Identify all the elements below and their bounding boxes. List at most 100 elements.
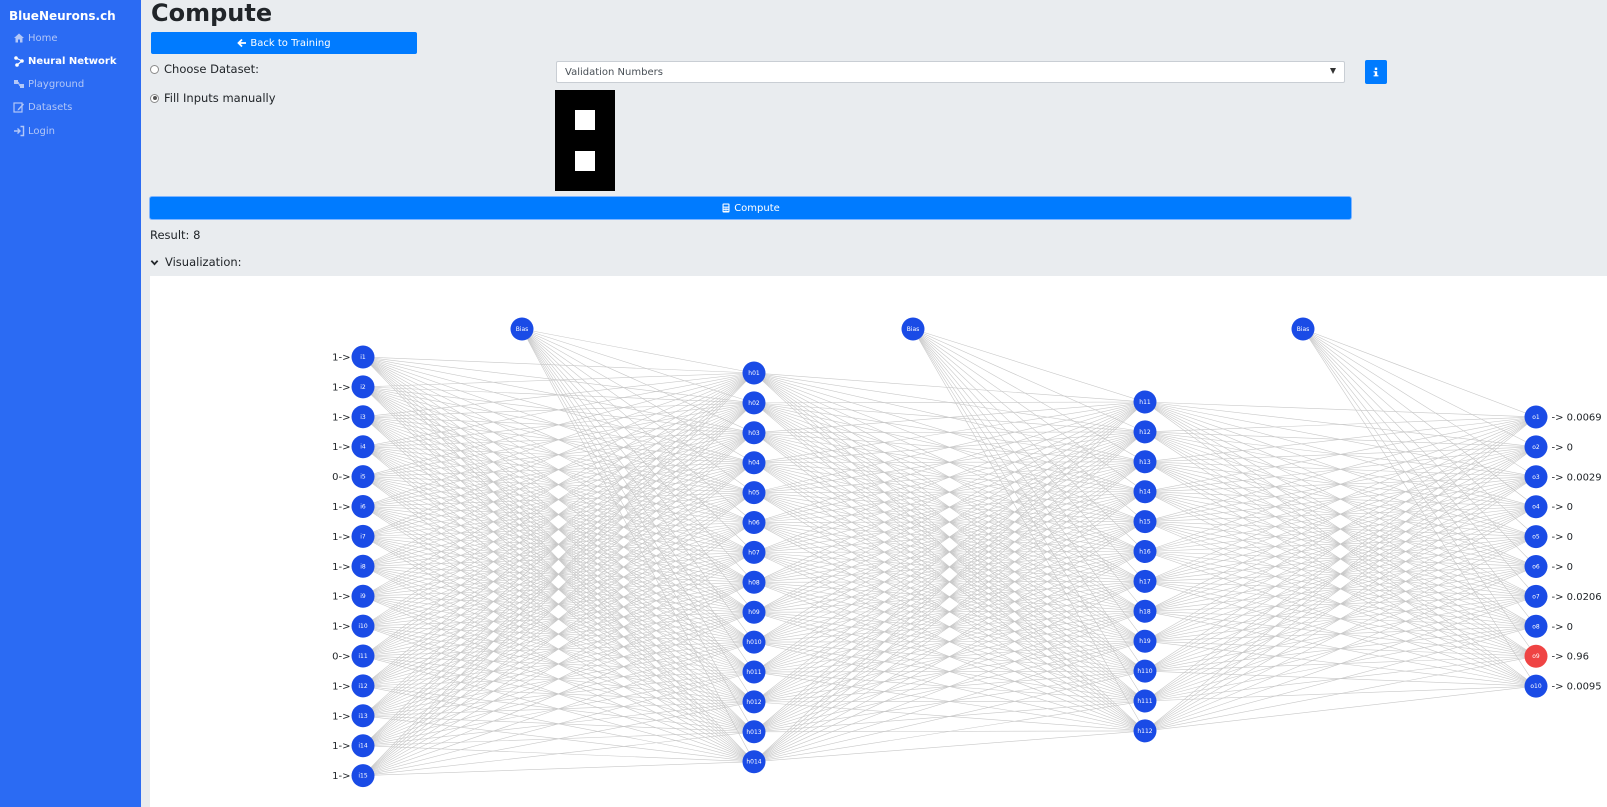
output-value: -> 0 [1552,502,1574,513]
input-node-i7[interactable]: i7 [351,524,375,548]
output-node-o7[interactable]: o7 [1524,584,1548,608]
sidebar-item-login[interactable]: Login [13,123,55,139]
brand-logo[interactable]: BlueNeurons.ch [9,9,116,23]
input-node-i3[interactable]: i3 [351,405,375,429]
input-pixel-7[interactable] [555,130,575,151]
hidden2-node-h12[interactable]: h12 [1133,420,1157,444]
input-pixel-9[interactable] [595,130,615,151]
input-node-i5[interactable]: i5 [351,465,375,489]
hidden2-node-h15[interactable]: h15 [1133,510,1157,534]
output-node-o10[interactable]: o10 [1524,674,1548,698]
hidden1-node-h013[interactable]: h013 [742,720,766,744]
connection-line [362,582,755,776]
input-pixel-10[interactable] [555,150,575,171]
input-node-i11[interactable]: i11 [351,644,375,668]
input-pixel-5[interactable] [575,110,595,131]
output-node-o2[interactable]: o2 [1524,435,1548,459]
input-node-i8[interactable]: i8 [351,554,375,578]
connection-line [753,401,1146,583]
sidebar-item-neural-network[interactable]: Neural Network [13,53,116,69]
neuron-label: i15 [358,773,367,780]
sidebar-item-playground[interactable]: Playground [13,76,84,92]
input-node-i1[interactable]: i1 [351,345,375,369]
neuron-label: h05 [748,490,760,497]
choose-dataset-radio[interactable] [150,64,159,74]
bias-connection-line [521,328,755,374]
fill-manually-radio[interactable] [150,93,159,103]
input-pixel-grid[interactable] [555,90,615,191]
neuron-label: h14 [1139,489,1151,496]
hidden1-node-h09[interactable]: h09 [742,600,766,624]
hidden2-node-h11[interactable]: h11 [1133,390,1157,414]
hidden1-node-h014[interactable]: h014 [742,750,766,774]
hidden2-node-h13[interactable]: h13 [1133,450,1157,474]
output-value: -> 0 [1552,562,1574,573]
hidden2-node-h112[interactable]: h112 [1133,719,1157,743]
hidden1-node-h06[interactable]: h06 [742,511,766,534]
output-node-o3[interactable]: o3 [1524,465,1548,489]
input-pixel-2[interactable] [575,90,595,111]
connection-line [753,401,1146,673]
input-pixel-11[interactable] [575,150,595,171]
hidden1-node-h05[interactable]: h05 [742,481,766,505]
input-pixel-12[interactable] [595,150,615,171]
back-to-training-button[interactable]: Back to Training [151,32,417,54]
hidden1-node-h010[interactable]: h010 [742,630,766,654]
hidden1-node-h02[interactable]: h02 [742,391,766,415]
input-node-i2[interactable]: i2 [351,375,375,399]
visualization-toggle[interactable]: Visualization: [150,255,242,269]
connection-line [362,372,755,657]
input-pixel-14[interactable] [575,170,595,191]
neuron-label: o6 [1532,564,1540,571]
output-node-o5[interactable]: o5 [1524,525,1548,549]
hidden1-node-h04[interactable]: h04 [742,451,766,475]
hidden2-node-h110[interactable]: h110 [1133,659,1157,683]
hidden2-node-h16[interactable]: h16 [1133,540,1157,563]
hidden2-node-h18[interactable]: h18 [1133,599,1157,623]
output-node-o1[interactable]: o1 [1524,405,1548,429]
choose-dataset-option[interactable]: Choose Dataset: [150,62,259,76]
sidebar-item-datasets[interactable]: Datasets [13,99,72,115]
input-pixel-4[interactable] [555,110,575,131]
compute-button[interactable]: Compute [150,197,1351,219]
hidden1-node-h01[interactable]: h01 [742,361,766,385]
input-pixel-3[interactable] [595,90,615,111]
hidden2-node-h17[interactable]: h17 [1133,569,1157,593]
input-pixel-15[interactable] [595,170,615,191]
hidden1-node-h07[interactable]: h07 [742,540,766,564]
hidden1-node-h08[interactable]: h08 [742,570,766,594]
bias-node-2[interactable]: Bias [901,317,925,341]
hidden2-node-h19[interactable]: h19 [1133,629,1157,653]
output-node-o4[interactable]: o4 [1524,495,1548,519]
output-node-o9[interactable]: o9 [1524,644,1548,668]
hidden1-node-h011[interactable]: h011 [742,660,766,684]
hidden1-node-h03[interactable]: h03 [742,421,766,445]
bias-node-1[interactable]: Bias [510,317,534,341]
hidden2-node-h14[interactable]: h14 [1133,480,1157,504]
input-pixel-8[interactable] [575,130,595,151]
input-node-i9[interactable]: i9 [351,584,375,608]
output-node-o6[interactable]: o6 [1524,555,1548,578]
input-node-i15[interactable]: i15 [351,764,375,788]
dataset-select[interactable]: Validation Numbers [556,61,1345,83]
hidden1-node-h012[interactable]: h012 [742,690,766,714]
hidden2-node-h111[interactable]: h111 [1133,689,1157,713]
neuron-label: i8 [360,563,366,570]
input-pixel-6[interactable] [595,110,615,131]
sidebar-item-home[interactable]: Home [13,30,58,46]
input-node-i6[interactable]: i6 [351,495,375,518]
input-node-i10[interactable]: i10 [351,614,375,638]
bias-node-3[interactable]: Bias [1291,317,1315,341]
output-node-o8[interactable]: o8 [1524,614,1548,638]
input-pixel-13[interactable] [555,170,575,191]
input-node-i12[interactable]: i12 [351,674,375,698]
input-node-i14[interactable]: i14 [351,734,375,758]
input-node-i4[interactable]: i4 [351,435,375,459]
input-pixel-1[interactable] [555,90,575,111]
info-button[interactable] [1365,60,1387,84]
connection-line [362,432,755,776]
input-node-i13[interactable]: i13 [351,704,375,728]
bias-connection-line [912,328,1146,582]
fill-manually-option[interactable]: Fill Inputs manually [150,91,276,105]
output-value: -> 0 [1552,532,1574,543]
